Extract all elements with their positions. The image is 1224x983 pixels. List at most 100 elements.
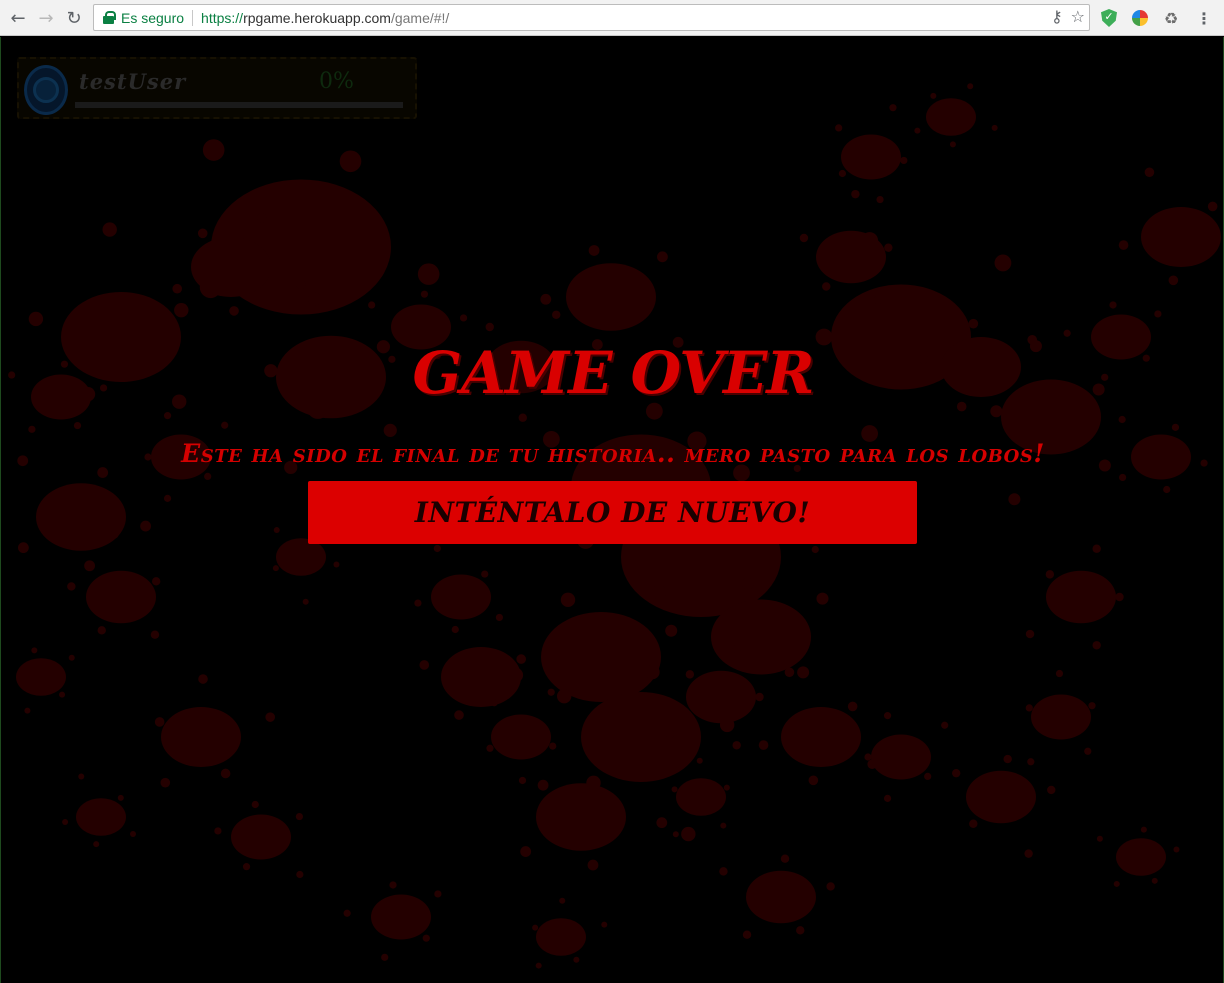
blood-droplet [1008, 493, 1021, 506]
blood-splatter-blob [76, 798, 126, 836]
blood-droplet [967, 83, 974, 90]
blood-droplet [97, 626, 106, 635]
blood-splatter-blob [676, 778, 726, 816]
blood-splatter-blob [191, 237, 271, 297]
blood-droplet [587, 859, 599, 871]
blood-droplet [93, 841, 100, 848]
reload-button[interactable]: ↻ [61, 5, 87, 31]
blood-droplet [1154, 310, 1162, 318]
blood-splatter-blob [1141, 207, 1221, 267]
blood-droplet [451, 625, 459, 634]
blood-droplet [645, 664, 660, 680]
blood-droplet [202, 139, 225, 161]
blood-splatter-blob [431, 574, 491, 620]
blood-splatter-blob [841, 134, 901, 180]
blood-droplet [389, 881, 397, 889]
blood-droplet [799, 233, 809, 243]
blood-droplet [816, 592, 829, 605]
blood-droplet [1024, 849, 1033, 858]
blood-droplet [1168, 275, 1179, 286]
blood-splatter-blob [1046, 570, 1116, 624]
blood-splatter-blob [781, 707, 861, 767]
blood-droplet [419, 660, 430, 670]
blood-droplet [780, 854, 790, 863]
recycle-extension-button[interactable]: ♻ [1159, 6, 1183, 30]
retry-button[interactable]: INTÉNTALO DE NUEVO! [308, 481, 917, 544]
blood-droplet [68, 654, 75, 661]
blood-droplet [417, 263, 440, 285]
blood-splatter-blob [441, 647, 521, 707]
blood-droplet [808, 775, 819, 786]
address-bar[interactable]: Es seguro https://rpgame.herokuapp.com/g… [93, 4, 1090, 31]
game-over-title: GAME OVER [412, 339, 814, 407]
blood-droplet [163, 494, 172, 502]
blood-droplet [520, 846, 532, 857]
kebab-menu-icon: ⋮ [1196, 8, 1212, 28]
blood-droplet [24, 707, 31, 714]
blood-droplet [59, 691, 66, 698]
blood-droplet [930, 92, 937, 99]
blood-droplet [588, 245, 600, 256]
url-host: rpgame.herokuapp.com [243, 9, 391, 26]
blood-droplet [1171, 423, 1180, 431]
blood-droplet [1144, 167, 1155, 178]
blood-droplet [454, 710, 464, 720]
blood-splatter-blob [161, 707, 241, 767]
blood-droplet [535, 962, 542, 969]
blood-droplet [838, 169, 847, 178]
blood-splatter-blob [926, 98, 976, 136]
browser-menu-button[interactable]: ⋮ [1192, 6, 1216, 30]
blood-droplet [1063, 329, 1071, 337]
blood-droplet [1088, 702, 1096, 710]
blood-droplet [73, 421, 82, 430]
blood-splatter-blob [36, 483, 126, 551]
shield-icon: ✓ [1101, 9, 1117, 27]
star-icon[interactable]: ☆ [1071, 7, 1085, 26]
forward-button[interactable]: → [33, 5, 59, 31]
blood-droplet [552, 310, 561, 319]
avatar-emblem-icon [33, 77, 59, 103]
blood-droplet [333, 561, 340, 568]
blood-droplet [671, 786, 678, 793]
security-indicator[interactable]: Es seguro [121, 9, 194, 26]
blood-droplet [1084, 747, 1092, 755]
blood-droplet [586, 775, 601, 791]
blood-droplet [681, 826, 696, 842]
arrow-right-icon: → [38, 7, 54, 29]
blood-droplet [343, 909, 351, 917]
progress-bar [75, 102, 403, 108]
blood-droplet [991, 124, 998, 131]
blood-droplet [797, 666, 810, 679]
blood-droplet [97, 467, 109, 478]
blood-droplet [758, 740, 769, 750]
blood-droplet [1115, 592, 1124, 602]
key-icon[interactable]: ⚷ [1051, 7, 1063, 26]
blood-splatter-blob [16, 658, 66, 696]
blood-droplet [62, 819, 69, 826]
player-name: testUser [79, 69, 187, 94]
blood-splatter-blob [491, 714, 551, 760]
back-button[interactable]: ← [5, 5, 31, 31]
blood-droplet [1173, 846, 1180, 853]
blood-splatter-blob [746, 870, 816, 924]
blood-droplet [1140, 826, 1147, 833]
blood-droplet [835, 124, 843, 132]
blood-droplet [486, 744, 494, 752]
arrow-left-icon: ← [10, 7, 26, 29]
blood-droplet [1025, 629, 1035, 639]
blood-droplet [723, 784, 730, 791]
blood-droplet [656, 817, 668, 829]
color-wheel-extension-button[interactable] [1128, 6, 1152, 30]
blood-splatter-blob [966, 770, 1036, 824]
reload-icon: ↻ [66, 7, 82, 29]
blood-droplet [796, 926, 805, 935]
blood-droplet [110, 530, 119, 539]
blood-droplet [732, 644, 741, 653]
player-hud: testUser 0% [17, 57, 417, 119]
shield-extension-button[interactable]: ✓ [1097, 6, 1121, 30]
blood-droplet [601, 921, 608, 928]
blood-droplet [433, 544, 441, 553]
blood-droplet [197, 228, 208, 239]
blood-droplet [540, 293, 552, 305]
blood-splatter-blob [816, 230, 886, 284]
